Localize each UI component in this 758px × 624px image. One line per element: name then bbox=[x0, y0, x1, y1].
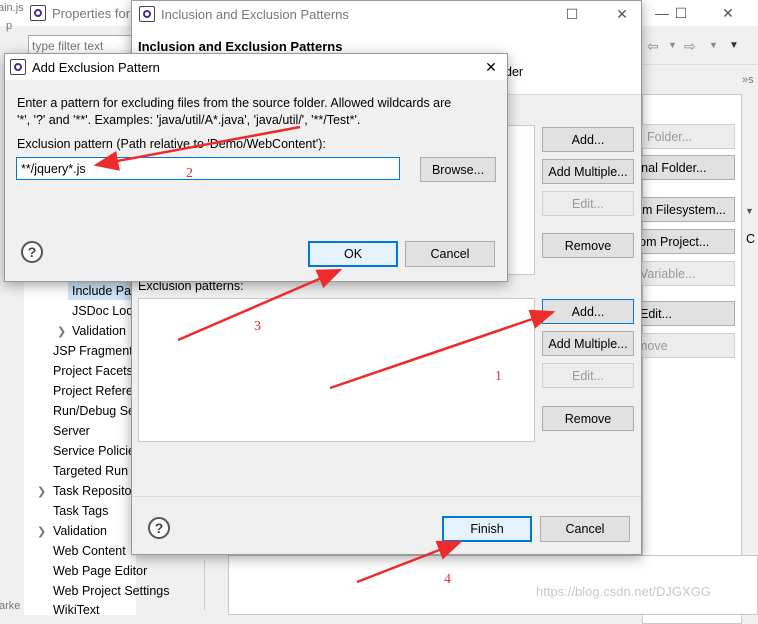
left-edge-text-2: p bbox=[6, 20, 13, 32]
tab-overflow-icon[interactable]: »s bbox=[742, 74, 754, 86]
description-line-2: '*', '?' and '**'. Examples: 'java/util/… bbox=[17, 113, 361, 127]
maximize-icon[interactable]: ☐ bbox=[552, 1, 592, 27]
tree-item[interactable]: Project Refere bbox=[53, 384, 133, 398]
edit-button[interactable]: Edit... bbox=[628, 301, 735, 326]
dialog-heading: Inclusion and Exclusion Patterns bbox=[138, 39, 343, 54]
tree-item[interactable]: Web Content bbox=[53, 544, 126, 558]
close-icon[interactable]: ✕ bbox=[471, 54, 511, 80]
add-exclusion-pattern-dialog: Add Exclusion Pattern ✕ Enter a pattern … bbox=[4, 53, 508, 282]
left-edge-text-1: ain.js bbox=[0, 2, 24, 14]
remove-button[interactable]: move bbox=[628, 333, 735, 358]
footer-divider bbox=[132, 496, 641, 497]
tree-scrollbar[interactable] bbox=[204, 560, 205, 610]
exclusion-pattern-input[interactable] bbox=[16, 157, 400, 180]
link-from-filesystem-button[interactable]: om Filesystem... bbox=[628, 197, 735, 222]
cancel-button[interactable]: Cancel bbox=[405, 241, 495, 267]
ok-button[interactable]: OK bbox=[308, 241, 398, 267]
annotation-number-2: 2 bbox=[186, 166, 193, 181]
inclusion-title: Inclusion and Exclusion Patterns bbox=[161, 6, 349, 22]
add-dialog-title: Add Exclusion Pattern bbox=[32, 59, 160, 75]
chevron-right-icon[interactable]: ❯ bbox=[37, 525, 46, 538]
inclusion-titlebar: Inclusion and Exclusion Patterns ☐ ✕ bbox=[132, 1, 641, 27]
exclusion-patterns-list[interactable] bbox=[138, 298, 535, 442]
tree-item[interactable]: Validation bbox=[72, 324, 126, 338]
tree-item[interactable]: Service Policie bbox=[53, 444, 135, 458]
close-icon[interactable]: ✕ bbox=[602, 1, 642, 27]
inclusion-remove-button[interactable]: Remove bbox=[542, 233, 634, 258]
link-from-project-button[interactable]: rom Project... bbox=[628, 229, 735, 254]
add-variable-button[interactable]: Variable... bbox=[628, 261, 735, 286]
watermark: https://blog.csdn.net/DJGXGG bbox=[536, 584, 711, 599]
description-line-1: Enter a pattern for excluding files from… bbox=[17, 96, 452, 110]
eclipse-icon bbox=[10, 59, 26, 75]
chevron-right-icon[interactable]: ❯ bbox=[57, 325, 66, 338]
back-dropdown-icon[interactable]: ▼ bbox=[668, 40, 677, 50]
tree-item[interactable]: JSDoc Loc bbox=[72, 304, 132, 318]
chevron-down-icon[interactable]: ▼ bbox=[745, 206, 754, 216]
chevron-right-icon[interactable]: ❯ bbox=[37, 485, 46, 498]
right-divider bbox=[642, 64, 758, 65]
annotation-number-3: 3 bbox=[254, 319, 261, 334]
left-edge-text-3: arke bbox=[0, 600, 21, 612]
close-icon[interactable]: ✕ bbox=[708, 0, 748, 26]
browse-button[interactable]: Browse... bbox=[420, 157, 496, 182]
eclipse-icon bbox=[139, 6, 155, 22]
add-external-folder-button[interactable]: rnal Folder... bbox=[628, 155, 735, 180]
help-icon[interactable]: ? bbox=[21, 241, 43, 263]
exclusion-edit-button[interactable]: Edit... bbox=[542, 363, 634, 388]
add-folder-button[interactable]: Folder... bbox=[628, 124, 735, 149]
finish-button[interactable]: Finish bbox=[442, 516, 532, 542]
build-path-scroll bbox=[742, 94, 758, 614]
pattern-label: Exclusion pattern (Path relative to 'Dem… bbox=[17, 137, 326, 151]
tree-item[interactable]: Run/Debug Se bbox=[53, 404, 135, 418]
forward-arrow-icon[interactable]: ⇨ bbox=[684, 38, 696, 55]
tree-item[interactable]: Web Project Settings bbox=[53, 584, 170, 598]
help-icon[interactable]: ? bbox=[148, 517, 170, 539]
cancel-button[interactable]: Cancel bbox=[540, 516, 630, 542]
inclusion-add-multiple-button[interactable]: Add Multiple... bbox=[542, 159, 634, 184]
exclusion-add-multiple-button[interactable]: Add Multiple... bbox=[542, 331, 634, 356]
tree-item[interactable]: Project Facets bbox=[53, 364, 133, 378]
tree-item[interactable]: JSP Fragment bbox=[53, 344, 133, 358]
right-edge-text: C bbox=[746, 232, 756, 246]
tree-item[interactable]: Task Reposito bbox=[53, 484, 132, 498]
exclusion-add-button[interactable]: Add... bbox=[542, 299, 634, 324]
properties-titlebar-right: — ☐ ✕ bbox=[642, 0, 758, 26]
properties-title: Properties for bbox=[52, 5, 131, 21]
exclusion-remove-button[interactable]: Remove bbox=[542, 406, 634, 431]
view-menu-icon[interactable]: ▼ bbox=[729, 40, 739, 51]
eclipse-icon bbox=[30, 5, 46, 21]
back-arrow-icon[interactable]: ⇦ bbox=[647, 38, 659, 55]
tree-item[interactable]: Include Pa bbox=[72, 284, 131, 298]
inclusion-add-button[interactable]: Add... bbox=[542, 127, 634, 152]
tree-item[interactable]: WikiText bbox=[53, 603, 100, 617]
tree-item[interactable]: Web Page Editor bbox=[53, 564, 147, 578]
tree-item[interactable]: Server bbox=[53, 424, 90, 438]
maximize-icon[interactable]: ☐ bbox=[661, 0, 701, 26]
forward-dropdown-icon[interactable]: ▼ bbox=[709, 40, 718, 50]
annotation-number-4: 4 bbox=[444, 572, 451, 587]
inclusion-edit-button[interactable]: Edit... bbox=[542, 191, 634, 216]
tree-item[interactable]: Validation bbox=[53, 524, 107, 538]
tree-item[interactable]: Targeted Run bbox=[53, 464, 128, 478]
add-dialog-titlebar: Add Exclusion Pattern ✕ bbox=[5, 54, 507, 80]
tree-item[interactable]: Task Tags bbox=[53, 504, 108, 518]
annotation-number-1: 1 bbox=[495, 369, 502, 384]
